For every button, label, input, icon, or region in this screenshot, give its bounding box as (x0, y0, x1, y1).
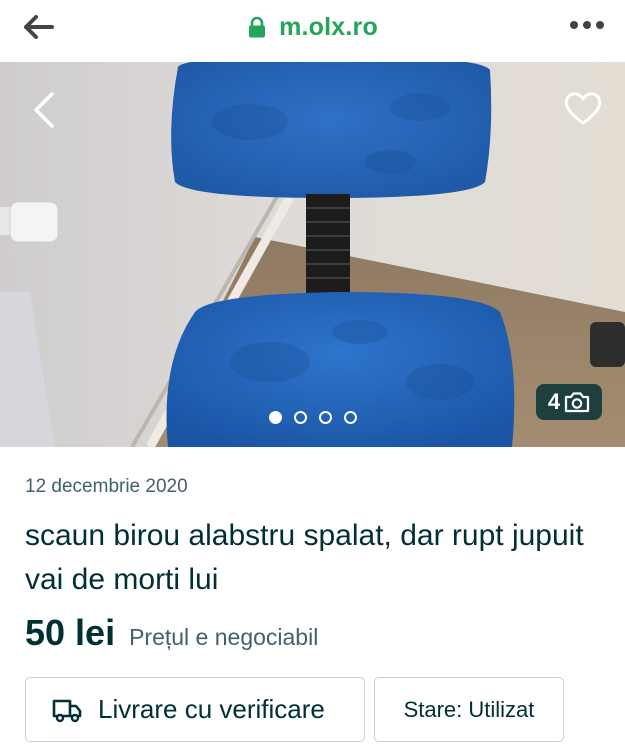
listing-date: 12 decembrie 2020 (25, 476, 188, 497)
condition-chip[interactable]: Stare: Utilizat (374, 677, 564, 742)
delivery-chip[interactable]: Livrare cu verificare (25, 677, 365, 742)
gallery-dots (0, 411, 625, 425)
photo-gallery[interactable]: 4 (0, 62, 625, 447)
heart-icon[interactable] (563, 90, 603, 126)
camera-icon (565, 392, 590, 413)
gallery-dot-3[interactable] (318, 411, 332, 424)
browser-bar: m.olx.ro (0, 0, 625, 62)
url-text: m.olx.ro (279, 12, 378, 41)
negotiable-label: Prețul e negociabil (129, 624, 319, 650)
gallery-dot-4[interactable] (343, 411, 357, 424)
listing-title: scaun birou alabstru spalat, dar rupt ju… (25, 519, 584, 596)
listing-photo (0, 62, 625, 447)
price: 50 lei (25, 612, 116, 653)
truck-icon (52, 699, 82, 722)
chevron-left-icon[interactable] (30, 90, 58, 130)
lock-icon (249, 16, 266, 38)
gallery-dot-2[interactable] (293, 411, 307, 424)
more-dots-icon[interactable] (569, 18, 605, 32)
gallery-dot-1[interactable] (268, 411, 282, 424)
condition-label: Stare: Utilizat (403, 696, 535, 722)
price-row: 50 lei Prețul e negociabil (25, 612, 318, 654)
delivery-label: Livrare cu verificare (98, 694, 325, 724)
address-bar[interactable]: m.olx.ro (0, 0, 625, 54)
